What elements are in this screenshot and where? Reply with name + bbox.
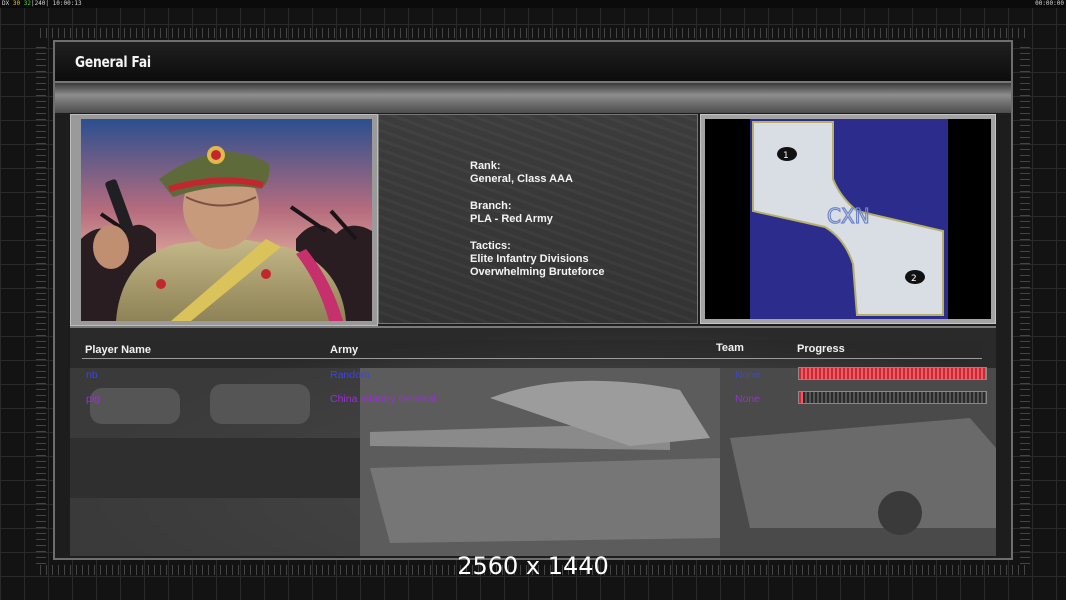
ruler-left — [36, 44, 46, 564]
rank-label: Rank: — [470, 160, 501, 172]
player-army: China Infantry General — [330, 393, 436, 405]
player-progress-fill — [799, 368, 986, 379]
map-logo: CXN — [827, 204, 870, 228]
player-name: nb — [86, 369, 98, 381]
player-list-panel: Player Name Army Team Progress nb Random… — [70, 326, 996, 556]
start-position-2-label: 2 — [911, 274, 917, 284]
column-progress: Progress — [797, 343, 845, 355]
player-progress-fill — [799, 392, 803, 403]
tactics-line: Overwhelming Bruteforce — [470, 266, 605, 278]
player-team: None — [735, 369, 761, 381]
player-army: Random — [330, 369, 370, 381]
tactics-label: Tactics: — [470, 240, 511, 252]
general-portrait — [81, 119, 372, 321]
ruler-right — [1020, 44, 1030, 564]
hud-left: DX 30 32|240| 10:00:13 — [2, 0, 82, 8]
hud-fps-c: 240 — [34, 0, 46, 7]
player-progress-bar — [798, 367, 987, 380]
ruler-top — [40, 28, 1030, 38]
tactics-line: Elite Infantry Divisions — [470, 253, 589, 265]
debug-hud: DX 30 32|240| 10:00:13 00:00:00 — [0, 0, 1066, 8]
decorative-band — [55, 83, 1011, 113]
hud-clock: 10:00:13 — [52, 0, 82, 7]
map-preview: CXN 1 2 — [705, 119, 991, 319]
player-name: pig — [86, 393, 101, 405]
column-army: Army — [330, 344, 359, 356]
branch-label: Branch: — [470, 200, 512, 212]
column-player-name: Player Name — [85, 344, 152, 356]
player-progress-bar — [798, 391, 987, 404]
portrait-illustration — [81, 119, 372, 321]
hud-fps-a: 30 — [12, 0, 21, 7]
hud-fps-sep-2: | — [45, 0, 50, 7]
tank-artwork — [70, 368, 996, 556]
map-preview-panel: CXN 1 2 — [700, 114, 996, 324]
general-info-panel: Rank: General, Class AAA Branch: PLA - R… — [378, 114, 698, 324]
map-illustration: CXN 1 2 — [750, 119, 948, 319]
portrait-panel — [70, 114, 378, 326]
start-position-1-label: 1 — [783, 151, 789, 161]
general-info: Rank: General, Class AAA Branch: PLA - R… — [470, 160, 604, 279]
player-list-header — [82, 340, 982, 359]
player-team: None — [735, 393, 761, 405]
rank-value: General, Class AAA — [470, 173, 573, 185]
resolution-watermark: 2560 x 1440 — [457, 552, 609, 580]
hud-fps-b: 32 — [23, 0, 31, 7]
hud-label: DX — [2, 0, 10, 7]
branch-value: PLA - Red Army — [470, 213, 553, 225]
column-team: Team — [716, 342, 744, 354]
hud-right-clock: 00:00:00 — [1035, 0, 1064, 7]
general-name: General Fai — [75, 53, 151, 71]
title-bar: General Fai — [55, 42, 1011, 83]
